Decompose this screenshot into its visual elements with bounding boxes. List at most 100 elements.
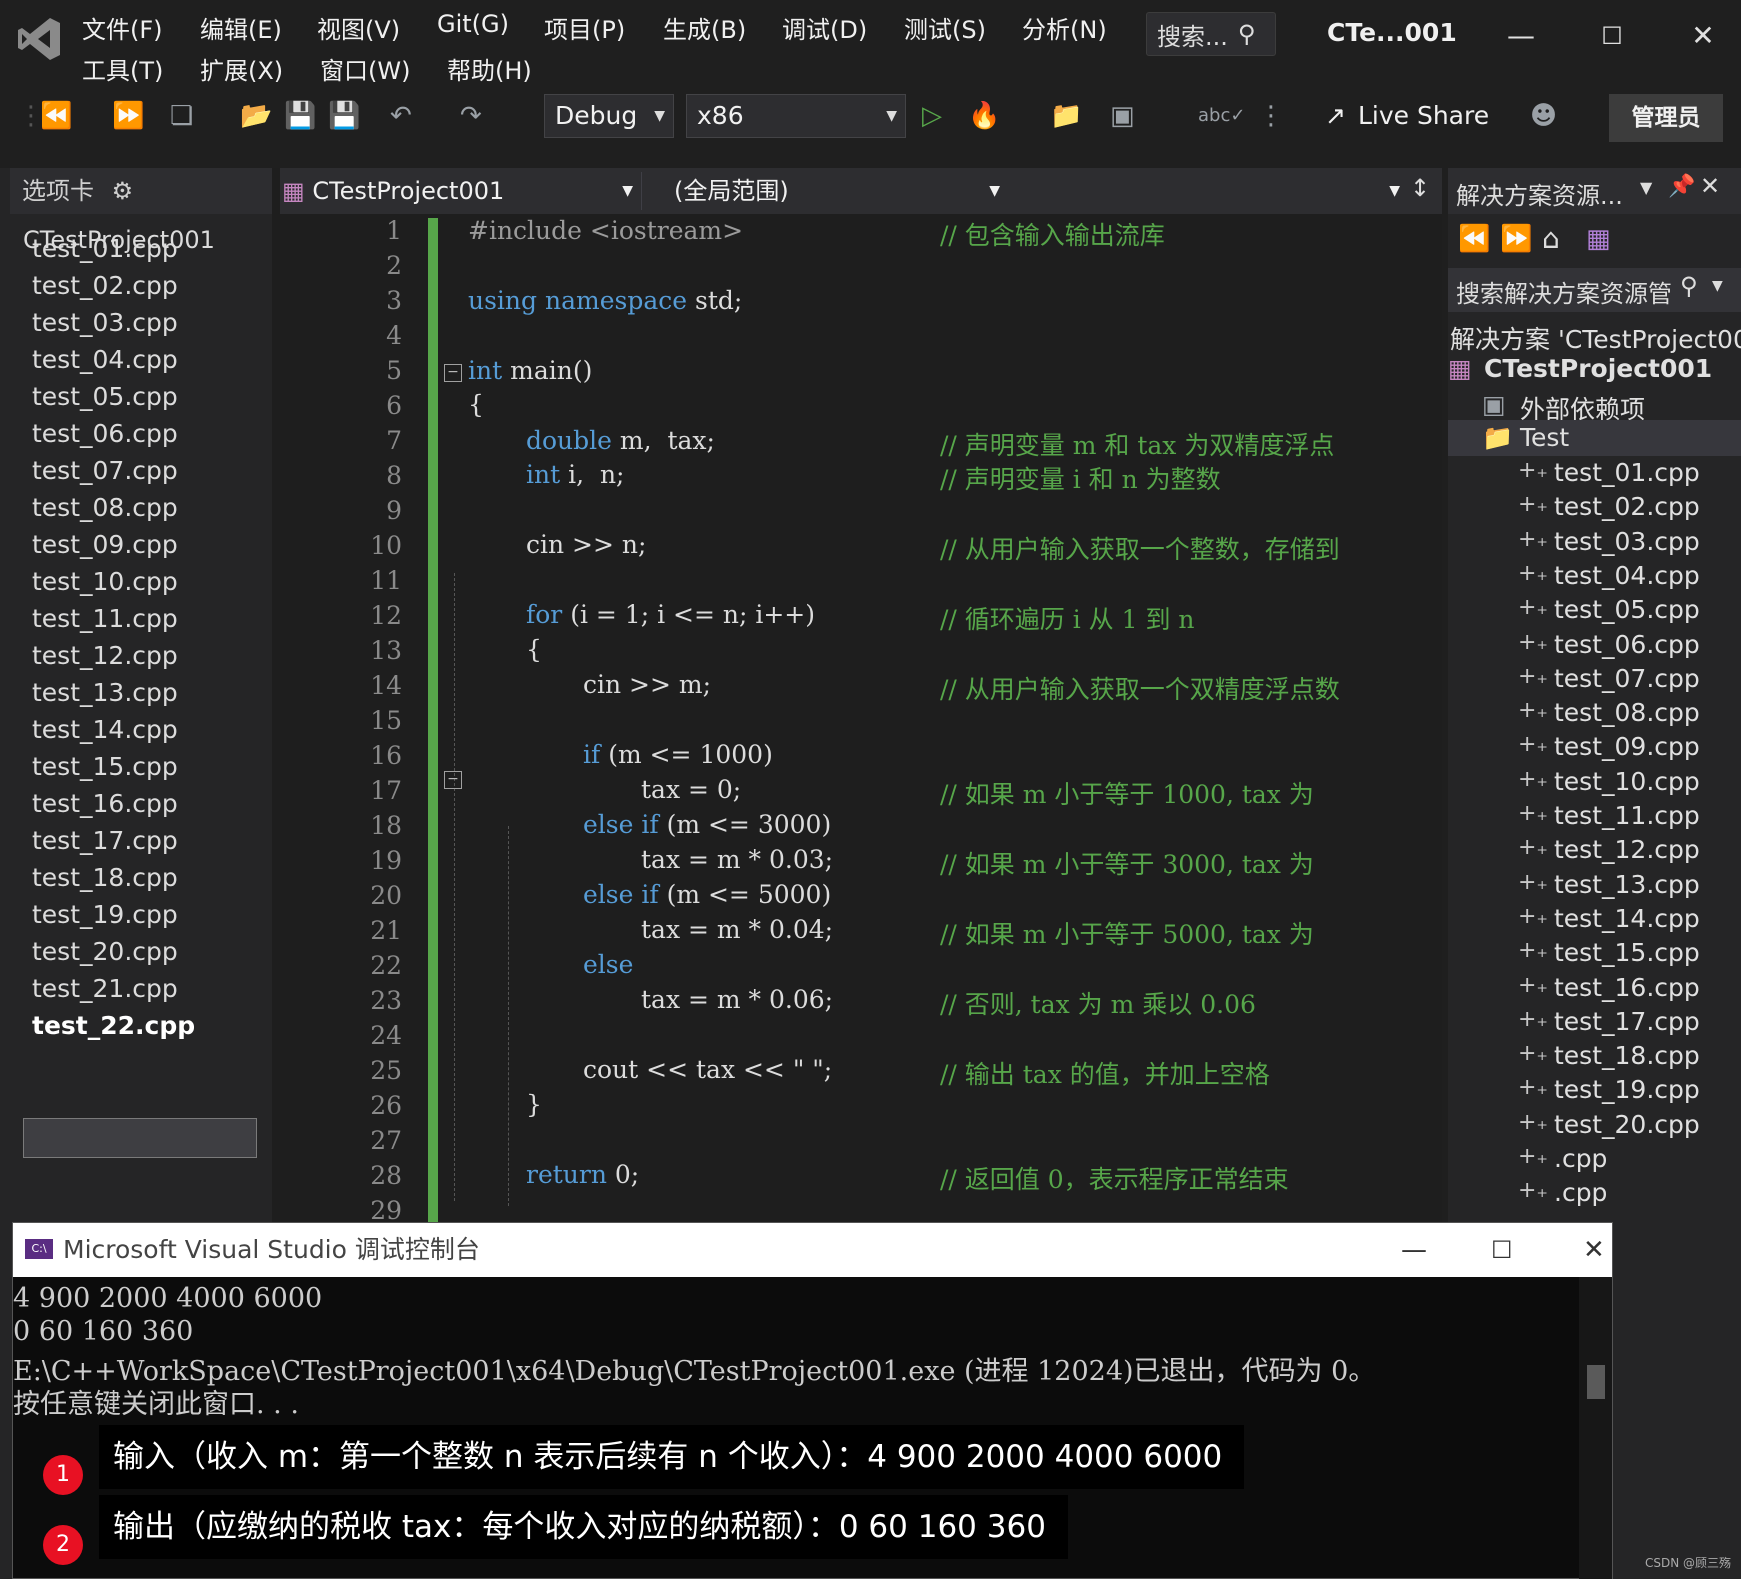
menu-project[interactable]: 项目(P) [544, 10, 625, 45]
console-scrollbar-thumb[interactable] [1587, 1365, 1605, 1399]
solution-file-item[interactable]: test_18.cpp [1554, 1041, 1700, 1070]
live-share-button[interactable]: ↗ Live Share [1325, 98, 1489, 134]
menu-file[interactable]: 文件(F) [82, 10, 163, 45]
minimize-icon[interactable]: — [1401, 1223, 1427, 1277]
solution-file-item[interactable]: test_09.cpp [1554, 732, 1700, 761]
test-folder-node[interactable]: Test [1520, 423, 1569, 452]
spell-check-icon[interactable]: abc✓ [1198, 98, 1245, 134]
solution-file-item[interactable]: test_16.cpp [1554, 973, 1700, 1002]
home-icon[interactable]: ⌂ [1542, 222, 1560, 255]
solution-file-item[interactable]: .cpp [1554, 1144, 1607, 1173]
hot-reload-icon[interactable]: 🔥 [968, 98, 1000, 134]
open-tab-item[interactable]: test_21.cpp [32, 974, 178, 1003]
chevron-down-icon[interactable]: ▼ [1712, 278, 1723, 294]
solution-search-box[interactable]: 搜索解决方案资源管 ⚲ ▼ [1448, 268, 1741, 312]
back-icon[interactable]: ⏪ [40, 98, 72, 134]
open-tab-item[interactable]: test_20.cpp [32, 937, 178, 966]
visual-studio-logo-icon[interactable] [16, 16, 62, 62]
redo-icon[interactable]: ↷ [460, 98, 482, 134]
fold-toggle-for[interactable]: − [444, 771, 462, 789]
menu-edit[interactable]: 编辑(E) [200, 10, 282, 45]
save-all-icon[interactable]: 💾 [328, 98, 360, 134]
menu-debug[interactable]: 调试(D) [782, 10, 867, 45]
minimize-icon[interactable]: — [1493, 14, 1549, 58]
member-dropdown[interactable]: ▼ [1020, 172, 1408, 210]
open-tab-item[interactable]: test_13.cpp [32, 678, 178, 707]
open-tab-item[interactable]: test_01.cpp [32, 234, 178, 263]
pin-icon[interactable]: 📌 [1668, 174, 1695, 199]
solution-file-item[interactable]: test_20.cpp [1554, 1110, 1700, 1139]
forward-icon[interactable]: ⏩ [1500, 224, 1532, 254]
menu-git[interactable]: Git(G) [437, 10, 509, 38]
open-tab-item[interactable]: test_12.cpp [32, 641, 178, 670]
solution-file-item[interactable]: test_03.cpp [1554, 527, 1700, 556]
menu-build[interactable]: 生成(B) [663, 10, 746, 45]
open-tab-item[interactable]: test_11.cpp [32, 604, 178, 633]
console-scrollbar[interactable] [1579, 1277, 1612, 1579]
solution-file-item[interactable]: test_06.cpp [1554, 630, 1700, 659]
open-tab-item[interactable]: test_03.cpp [32, 308, 178, 337]
open-tab-item[interactable]: test_05.cpp [32, 382, 178, 411]
solution-file-item[interactable]: test_11.cpp [1554, 801, 1700, 830]
menu-view[interactable]: 视图(V) [317, 10, 400, 45]
open-tab-item[interactable]: test_04.cpp [32, 345, 178, 374]
solution-node[interactable]: 解决方案 'CTestProject001 [1450, 320, 1741, 356]
solution-file-item[interactable]: test_02.cpp [1554, 492, 1700, 521]
overflow-icon[interactable]: ⋮ [1258, 98, 1284, 134]
open-folder-icon[interactable]: 📂 [240, 98, 272, 134]
solution-file-item[interactable]: test_01.cpp [1554, 458, 1700, 487]
open-tab-item[interactable]: test_14.cpp [32, 715, 178, 744]
open-tab-item[interactable]: test_08.cpp [32, 493, 178, 522]
menu-test[interactable]: 测试(S) [904, 10, 986, 45]
menu-extensions[interactable]: 扩展(X) [200, 51, 283, 86]
open-tab-item[interactable]: test_02.cpp [32, 271, 178, 300]
open-tab-item[interactable]: test_22.cpp [32, 1011, 195, 1040]
gear-icon[interactable]: ⚙ [112, 177, 134, 205]
open-tab-item[interactable]: test_15.cpp [32, 752, 178, 781]
solution-file-item[interactable]: test_04.cpp [1554, 561, 1700, 590]
menu-window[interactable]: 窗口(W) [320, 51, 410, 86]
solution-file-item[interactable]: test_07.cpp [1554, 664, 1700, 693]
save-icon[interactable]: 💾 [284, 98, 316, 134]
close-icon[interactable]: ✕ [1675, 14, 1731, 58]
menu-tools[interactable]: 工具(T) [82, 51, 163, 86]
new-project-icon[interactable]: ❏ [170, 98, 193, 134]
close-icon[interactable]: ✕ [1583, 1223, 1605, 1277]
solution-file-item[interactable]: test_13.cpp [1554, 870, 1700, 899]
split-icon[interactable]: ↕ [1410, 174, 1430, 202]
forward-icon[interactable]: ⏩ [112, 98, 144, 134]
menu-analyze[interactable]: 分析(N) [1022, 10, 1107, 45]
platform-dropdown[interactable]: x86 ▼ [686, 94, 906, 138]
debug-console-window[interactable]: C:\ Microsoft Visual Studio 调试控制台 — ☐ ✕ … [12, 1222, 1613, 1579]
close-icon[interactable]: ✕ [1700, 172, 1720, 200]
solution-file-item[interactable]: test_05.cpp [1554, 595, 1700, 624]
menu-help[interactable]: 帮助(H) [447, 51, 532, 86]
open-tab-item[interactable]: test_10.cpp [32, 567, 178, 596]
scope-dropdown[interactable]: (全局范围) ▼ [652, 172, 1008, 210]
window-layout-icon[interactable]: ▣ [1110, 98, 1135, 134]
solution-file-item[interactable]: test_10.cpp [1554, 767, 1700, 796]
open-tab-item[interactable]: test_18.cpp [32, 863, 178, 892]
open-tab-item[interactable]: test_09.cpp [32, 530, 178, 559]
solution-file-item[interactable]: test_08.cpp [1554, 698, 1700, 727]
open-tab-item[interactable]: test_06.cpp [32, 419, 178, 448]
solution-file-item[interactable]: .cpp [1554, 1178, 1607, 1207]
back-icon[interactable]: ⏪ [1458, 224, 1490, 254]
undo-icon[interactable]: ↶ [390, 98, 412, 134]
open-tab-item[interactable]: test_17.cpp [32, 826, 178, 855]
solution-file-item[interactable]: test_17.cpp [1554, 1007, 1700, 1036]
solution-file-item[interactable]: test_15.cpp [1554, 938, 1700, 967]
feedback-icon[interactable]: ☻ [1530, 98, 1557, 134]
open-tab-item[interactable]: test_16.cpp [32, 789, 178, 818]
solution-file-item[interactable]: test_14.cpp [1554, 904, 1700, 933]
solution-file-item[interactable]: test_19.cpp [1554, 1075, 1700, 1104]
maximize-icon[interactable]: ☐ [1491, 1223, 1513, 1277]
open-tab-item[interactable]: test_07.cpp [32, 456, 178, 485]
configuration-dropdown[interactable]: Debug ▼ [544, 94, 674, 138]
maximize-icon[interactable]: ☐ [1584, 14, 1640, 58]
project-node[interactable]: CTestProject001 [1484, 354, 1712, 383]
open-tab-item[interactable]: test_19.cpp [32, 900, 178, 929]
project-navigation-dropdown[interactable]: ▦ CTestProject001 ▼ [282, 172, 642, 210]
chevron-down-icon[interactable]: ▼ [1640, 178, 1652, 197]
code-editor[interactable]: ▦ CTestProject001 ▼ (全局范围) ▼ ▼ ↕ 123456789… [272, 168, 1702, 1225]
